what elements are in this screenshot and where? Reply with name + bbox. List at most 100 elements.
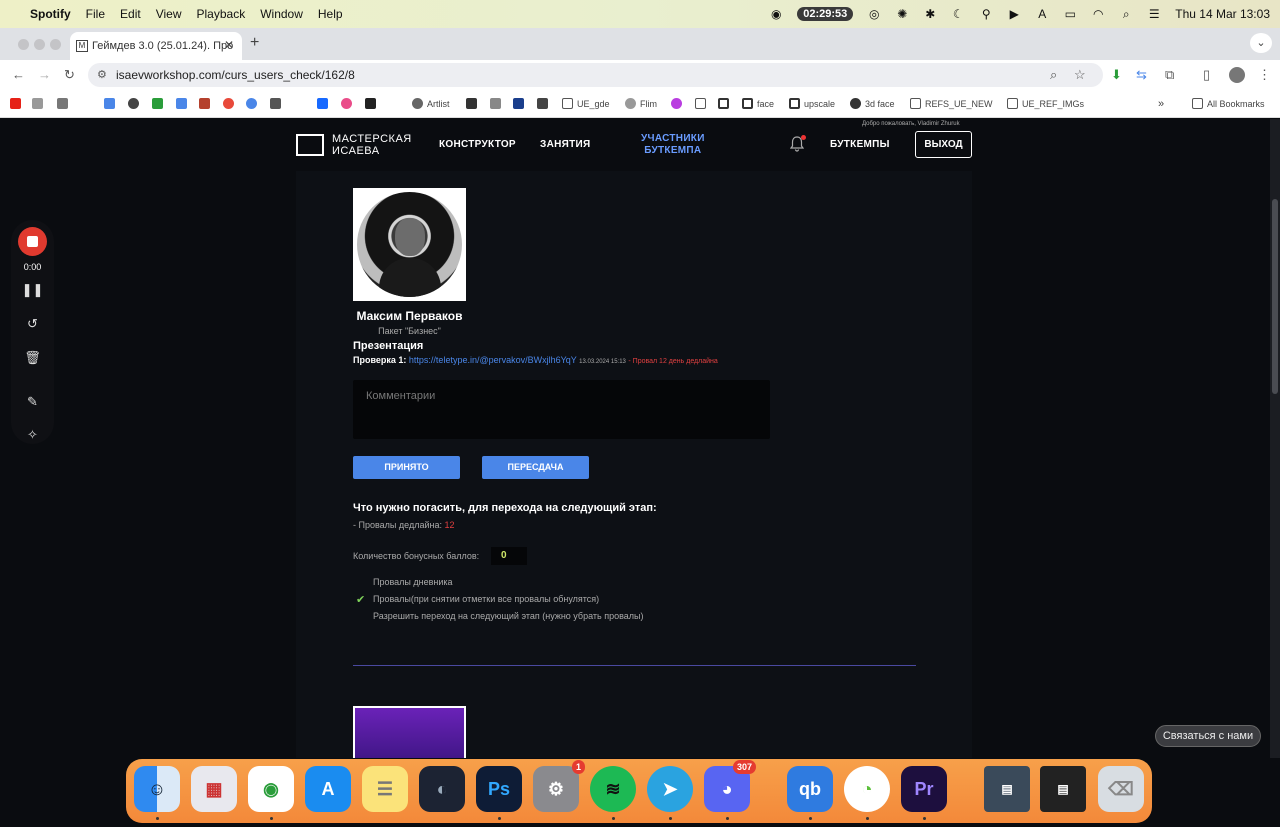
window-minimize-button[interactable]: [34, 39, 45, 50]
effects-icon[interactable]: ✧: [11, 427, 54, 443]
bookmark-item[interactable]: [537, 98, 548, 109]
sidepanel-icon[interactable]: ▯: [1203, 67, 1210, 83]
stop-recording-button[interactable]: [18, 227, 47, 256]
control-center-icon[interactable]: ☰: [1147, 8, 1161, 20]
tab-close-icon[interactable]: ✕: [224, 38, 234, 52]
notes-icon[interactable]: ☰: [362, 766, 408, 812]
bookmark-item[interactable]: [32, 98, 43, 109]
minimized-window-icon[interactable]: ▤: [984, 766, 1030, 812]
minimized-window-icon[interactable]: ▤: [1040, 766, 1086, 812]
cinema4d-icon[interactable]: ◐: [419, 766, 465, 812]
bookmark-3d-face[interactable]: 3d face: [850, 98, 895, 109]
bookmark-xc[interactable]: [513, 98, 524, 109]
bookmark-item[interactable]: [270, 98, 281, 109]
check-link[interactable]: https://teletype.in/@pervakov/BWxjlh6YqY: [409, 355, 577, 365]
address-bar[interactable]: ⚙ isaevworkshop.com/curs_users_check/162…: [88, 63, 1103, 87]
wifi-icon[interactable]: ◠: [1091, 8, 1105, 20]
qbittorrent-icon[interactable]: qb: [787, 766, 833, 812]
telegram-icon[interactable]: ➤: [647, 766, 693, 812]
bookmark-upscale[interactable]: upscale: [789, 98, 835, 109]
bookmark-item[interactable]: [466, 98, 477, 109]
moon-icon[interactable]: ☾: [951, 8, 965, 20]
search-icon[interactable]: ⌕: [1119, 8, 1133, 20]
keyboard-icon[interactable]: A: [1035, 8, 1049, 20]
bookmark-ue-ref-imgs[interactable]: UE_REF_IMGs: [1007, 98, 1084, 109]
back-icon[interactable]: ←: [12, 67, 25, 82]
bookmark-item[interactable]: [365, 98, 376, 109]
option-diary-fails[interactable]: Провалы дневника: [373, 577, 453, 587]
finder-icon[interactable]: ☺: [134, 766, 180, 812]
reload-icon[interactable]: ↻: [64, 67, 75, 83]
bookmark-behance[interactable]: [317, 98, 328, 109]
bell-icon[interactable]: [789, 135, 806, 152]
chrome-icon[interactable]: ◉: [248, 766, 294, 812]
bookmark-google[interactable]: [223, 98, 234, 109]
trash-icon[interactable]: 🗑: [11, 350, 54, 366]
browser-tab[interactable]: M Геймдев 3.0 (25.01.24). Про ✕: [70, 32, 242, 60]
contact-us-button[interactable]: Связаться с нами: [1155, 725, 1261, 747]
bookmark-ue-gde[interactable]: UE_gde: [562, 98, 610, 109]
record-status-icon[interactable]: ◉: [769, 8, 783, 20]
bookmark-item[interactable]: [199, 98, 210, 109]
bluetooth-icon[interactable]: ✱: [923, 8, 937, 20]
menu-playback[interactable]: Playback: [197, 7, 246, 21]
trash-bin-icon[interactable]: ⌫: [1098, 766, 1144, 812]
bookmarks-overflow-icon[interactable]: »: [1158, 98, 1164, 110]
menubar-timer[interactable]: 02:29:53: [797, 7, 854, 21]
premiere-icon[interactable]: Pr: [901, 766, 947, 812]
bookmark-sheets[interactable]: [152, 98, 163, 109]
bookmark-item[interactable]: [57, 98, 68, 109]
system-settings-icon[interactable]: ⚙ 1: [533, 760, 585, 812]
bookmark-face[interactable]: face: [742, 98, 774, 109]
menu-view[interactable]: View: [156, 7, 182, 21]
bookmark-artlist[interactable]: Artlist: [412, 98, 450, 109]
camera-icon[interactable]: ◎: [867, 8, 881, 20]
menubar-clock[interactable]: Thu 14 Mar 13:03: [1175, 7, 1270, 21]
launchpad-icon[interactable]: ▦: [191, 766, 237, 812]
profile-avatar[interactable]: [1229, 67, 1245, 83]
gear-icon[interactable]: ✺: [895, 8, 909, 20]
logout-button[interactable]: ВЫХОД: [915, 131, 972, 158]
pause-icon[interactable]: ❚❚: [11, 282, 54, 298]
discord-icon[interactable]: ◕ 307: [704, 760, 756, 812]
bookmark-youtube[interactable]: [10, 98, 21, 109]
bookmark-item[interactable]: [246, 98, 257, 109]
menu-file[interactable]: File: [86, 7, 105, 21]
battery-icon[interactable]: ▭: [1063, 8, 1077, 20]
bookmark-docs[interactable]: [104, 98, 115, 109]
app-store-icon[interactable]: A: [305, 766, 351, 812]
bookmark-dribbble[interactable]: [341, 98, 352, 109]
checkmark-icon[interactable]: ✔: [356, 593, 365, 606]
bookmark-item[interactable]: [695, 98, 706, 109]
bookmark-item[interactable]: [718, 98, 729, 109]
network-icon[interactable]: ⚲: [979, 8, 993, 20]
bookmark-star-icon[interactable]: ☆: [1074, 67, 1086, 83]
menu-dots-icon[interactable]: ⋮: [1258, 67, 1271, 83]
restart-icon[interactable]: ↺: [11, 316, 54, 332]
site-info-icon[interactable]: ⚙: [97, 63, 107, 87]
download-icon[interactable]: ⬇: [1111, 67, 1122, 83]
photoshop-icon[interactable]: Ps: [476, 766, 522, 812]
option-fails-reset[interactable]: Провалы(при снятии отметки все провалы о…: [373, 594, 599, 604]
nav-lessons[interactable]: ЗАНЯТИЯ: [540, 139, 590, 150]
bookmark-refs-ue-new[interactable]: REFS_UE_NEW: [910, 98, 993, 109]
site-logo[interactable]: МАСТЕРСКАЯ ИСАЕВА: [296, 133, 412, 157]
page-scrollbar[interactable]: [1270, 119, 1280, 758]
menu-edit[interactable]: Edit: [120, 7, 141, 21]
bookmark-flim[interactable]: Flim: [625, 98, 657, 109]
comment-field[interactable]: Комментарии: [353, 380, 770, 439]
all-bookmarks[interactable]: All Bookmarks: [1192, 98, 1265, 109]
bookmark-item[interactable]: [128, 98, 139, 109]
forward-icon[interactable]: →: [38, 67, 51, 82]
new-tab-icon[interactable]: +: [250, 34, 259, 52]
extensions-icon[interactable]: ⧉: [1165, 67, 1174, 83]
pen-icon[interactable]: ✎: [11, 394, 54, 410]
translate-icon[interactable]: ⇆: [1136, 67, 1147, 83]
bookmark-item[interactable]: [671, 98, 682, 109]
nav-participants[interactable]: УЧАСТНИКИ БУТКЕМПА: [641, 133, 705, 157]
arc-icon[interactable]: ◔: [844, 766, 890, 812]
option-allow-next-stage[interactable]: Разрешить переход на следующий этап (нуж…: [373, 611, 643, 621]
menu-app-name[interactable]: Spotify: [30, 7, 71, 21]
spotify-icon[interactable]: ≋: [590, 766, 636, 812]
retake-button[interactable]: ПЕРЕСДАЧА: [482, 456, 589, 479]
